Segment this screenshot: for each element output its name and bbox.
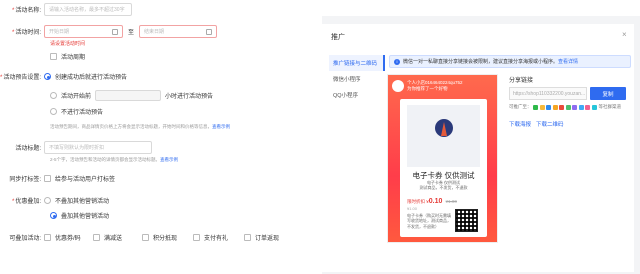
stack-row: *优惠叠加: 不叠加其他营销活动: [11, 197, 110, 205]
cycle-checkbox[interactable]: [50, 53, 57, 60]
time-error-text: 请设置活动时间: [50, 41, 86, 47]
activity-tag-input[interactable]: 不填写则默认为限时折扣: [44, 141, 152, 154]
qzone-icon: [552, 104, 558, 110]
activity-tag-row: 活动标题: 不填写则默认为限时折扣: [0, 141, 152, 154]
channel-icon: [591, 104, 597, 110]
channel-icon: [585, 104, 590, 110]
can-stack-checkbox[interactable]: [142, 234, 149, 241]
channel-icon: [578, 104, 584, 110]
end-date-input[interactable]: 结束日期: [139, 25, 218, 38]
stack-radio-yes[interactable]: [50, 212, 57, 219]
activity-time-label: 活动时间:: [15, 30, 41, 36]
wechat-icon: [533, 104, 538, 110]
qq-icon: [546, 104, 551, 110]
product-logo-icon: [435, 119, 453, 137]
notice-detail-link[interactable]: 查看详情: [558, 58, 578, 65]
stack-yes-option[interactable]: 叠加其他营销活动: [50, 211, 109, 220]
poster-subtitle: 电子卡券 仅供测试 测试商品，不发货，不退款: [419, 180, 468, 191]
activity-name-label: 活动名称:: [15, 8, 41, 14]
preview-before-option[interactable]: 活动开始前 小时进行活动预告: [50, 90, 213, 101]
activity-cycle-option[interactable]: 活动周期: [50, 52, 85, 61]
download-qrcode-link[interactable]: 下载二维码: [536, 120, 564, 128]
activity-tag-label: 活动标题:: [15, 146, 41, 152]
tab-qq-miniprogram[interactable]: QQ小程序: [329, 87, 385, 103]
poster-header: 个人小店0164640224qu752 为你推荐了一个好物: [392, 80, 463, 92]
tag-example-link[interactable]: 查看示例: [160, 157, 178, 162]
activity-name-row: *活动名称: 请输入活动名称，最多不超过30字: [0, 3, 132, 16]
info-icon: i: [394, 58, 400, 65]
poster-shop-sub: 为你推荐了一个好物: [407, 86, 448, 91]
close-icon[interactable]: ×: [622, 30, 627, 39]
preview-radio-immediate[interactable]: [44, 73, 51, 80]
calendar-icon: [112, 28, 118, 35]
can-stack-checkbox[interactable]: [244, 234, 251, 241]
promotion-poster: 个人小店0164640224qu752 为你推荐了一个好物 电子卡券 仅供测试 …: [387, 74, 498, 243]
preview-radio-none[interactable]: [50, 108, 57, 115]
can-stack-row: 可叠加活动: 优惠券/码 满减送 积分抵现 支付有礼 订单返现: [0, 233, 279, 242]
start-date-input[interactable]: 开始日期: [44, 25, 123, 38]
share-notice: i 微信一对一私聊直接分享链接会被限制，建议直接分享海报或小程序。 查看详情: [389, 55, 631, 68]
can-stack-checkbox[interactable]: [193, 234, 200, 241]
sync-tag-row: 同步打标签: 给参与活动用户打标签: [0, 174, 115, 183]
activity-name-input[interactable]: 请输入活动名称，最多不超过30字: [44, 3, 132, 16]
poster-card: 电子卡券 仅供测试 电子卡券 仅供测试 测试商品，不发货，不退款 限时折扣 ¥0…: [400, 99, 487, 237]
qr-code: [455, 209, 478, 232]
preview-label: 活动预告设置:: [3, 75, 42, 81]
copy-button[interactable]: 复制: [590, 87, 626, 100]
weibo-icon: [559, 104, 564, 110]
can-stack-checkbox[interactable]: [44, 234, 51, 241]
preview-example-link[interactable]: 查看示例: [212, 124, 230, 129]
preview-none-option[interactable]: 不进行活动预告: [50, 107, 103, 116]
sync-tag-label: 同步打标签:: [9, 177, 41, 183]
stack-radio-no[interactable]: [44, 197, 51, 204]
can-stack-label: 可叠加活动:: [9, 236, 41, 242]
sync-tag-checkbox[interactable]: [44, 175, 51, 182]
preview-hours-input[interactable]: [95, 90, 162, 101]
tab-wechat-miniprogram[interactable]: 微信小程序: [329, 71, 385, 87]
calendar-icon: [206, 28, 213, 35]
tag-hint: 2-5个字，活动预告和活动的详情页都会显示活动标题。查看示例: [50, 157, 179, 162]
channel-icon: [565, 104, 571, 110]
stack-label: 优惠叠加:: [15, 199, 41, 205]
moments-icon: [539, 104, 545, 110]
poster-shop-name: 个人小店0164640224qu752: [407, 80, 463, 86]
download-poster-link[interactable]: 下载海报: [509, 120, 531, 128]
date-separator: 至: [128, 30, 135, 36]
preview-setting-row: *活动预告设置: 创建成功后就进行活动预告: [0, 73, 128, 81]
poster-description: 电子卡券（购买时无需填写收货地址，测试商品，不发货，不退款）: [407, 213, 451, 229]
share-link-title: 分享链接: [509, 78, 534, 84]
preview-hint: 活动预告期间，商品详情页价格上方将会显示活动标题，开始时间和价格等信息，查看示例: [50, 124, 230, 129]
avatar: [392, 80, 404, 92]
poster-price: 限时折扣 ¥0.10 ¥1.00: [407, 198, 457, 205]
preview-radio-before[interactable]: [50, 92, 57, 99]
share-channels: 可推广至： 等社群渠道: [509, 104, 621, 110]
poster-old-price: ¥1.00: [407, 206, 418, 211]
dialog-title: 推广: [331, 34, 345, 41]
product-image: [407, 105, 480, 167]
channel-icon: [572, 104, 577, 110]
share-link-input[interactable]: https://shop110332200.youzan...: [509, 87, 587, 100]
tab-link-qrcode[interactable]: 推广链接与二维码: [329, 55, 385, 71]
can-stack-checkbox[interactable]: [93, 234, 100, 241]
activity-time-row: *活动时间: 开始日期 至 结束日期: [0, 25, 218, 38]
dialog-tabs: 推广链接与二维码 微信小程序 QQ小程序: [329, 55, 385, 103]
